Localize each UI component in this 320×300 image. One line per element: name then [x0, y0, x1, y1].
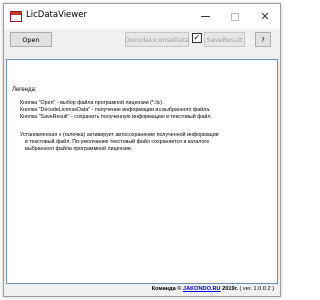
maximize-button[interactable] — [220, 4, 250, 29]
legend-line-decode: Кнопка "DecodeLicenseData" - получение и… — [20, 107, 211, 113]
legend-line-open: Кнопка "Open" - выбор файла програмной л… — [20, 100, 164, 106]
open-button[interactable]: Open — [10, 32, 52, 47]
note-line: выбранного файла программной лицензии. — [25, 146, 133, 152]
window-title: LicDataViewer — [26, 10, 87, 20]
legend-line-save: Кнопка "SaveResult" - сохранить полученн… — [20, 114, 212, 120]
legend-list: Кнопка "Open" - выбор файла програмной л… — [20, 100, 212, 121]
help-button[interactable]: ? — [255, 32, 271, 47]
maximize-icon — [231, 12, 239, 21]
toolbar: Open DecodeLicenseData ✓ SaveResult ? — [4, 29, 280, 51]
decode-license-data-button[interactable]: DecodeLicenseData — [125, 32, 189, 47]
close-button[interactable]: ✕ — [250, 4, 280, 29]
copyright-prefix: Команда © — [151, 286, 182, 292]
jakondo-link[interactable]: JAKONDO.RU — [183, 286, 221, 292]
autosave-note: Установленная v (галочка) активирует авт… — [20, 132, 219, 153]
status-bar: Команда © JAKONDO.RU 2019г. ( ver. 1.0.0… — [4, 284, 280, 296]
legend-title: Легенда: — [12, 87, 37, 93]
close-icon: ✕ — [260, 10, 270, 23]
autosave-checkbox[interactable]: ✓ — [192, 33, 202, 43]
copyright-text: Команда © JAKONDO.RU 2019г. ( ver. 1.0.0… — [152, 286, 274, 292]
app-window: LicDataViewer ✕ Open DecodeLicenseData ✓… — [3, 3, 281, 297]
save-result-button[interactable]: SaveResult — [204, 32, 245, 47]
output-text-area[interactable]: Легенда: Кнопка "Open" - выбор файла про… — [6, 59, 278, 284]
copyright-year: 2019г. — [222, 286, 238, 292]
title-bar[interactable]: LicDataViewer ✕ — [4, 4, 280, 29]
minimize-button[interactable] — [190, 4, 220, 29]
note-line: в текстовый файл. По-умолчанию текстовый… — [25, 139, 210, 145]
minimize-icon — [200, 16, 210, 17]
version-label: ( ver. 1.0.0.2 ) — [239, 286, 274, 292]
note-line: Установленная v (галочка) активирует авт… — [20, 132, 219, 138]
app-icon — [10, 11, 22, 22]
